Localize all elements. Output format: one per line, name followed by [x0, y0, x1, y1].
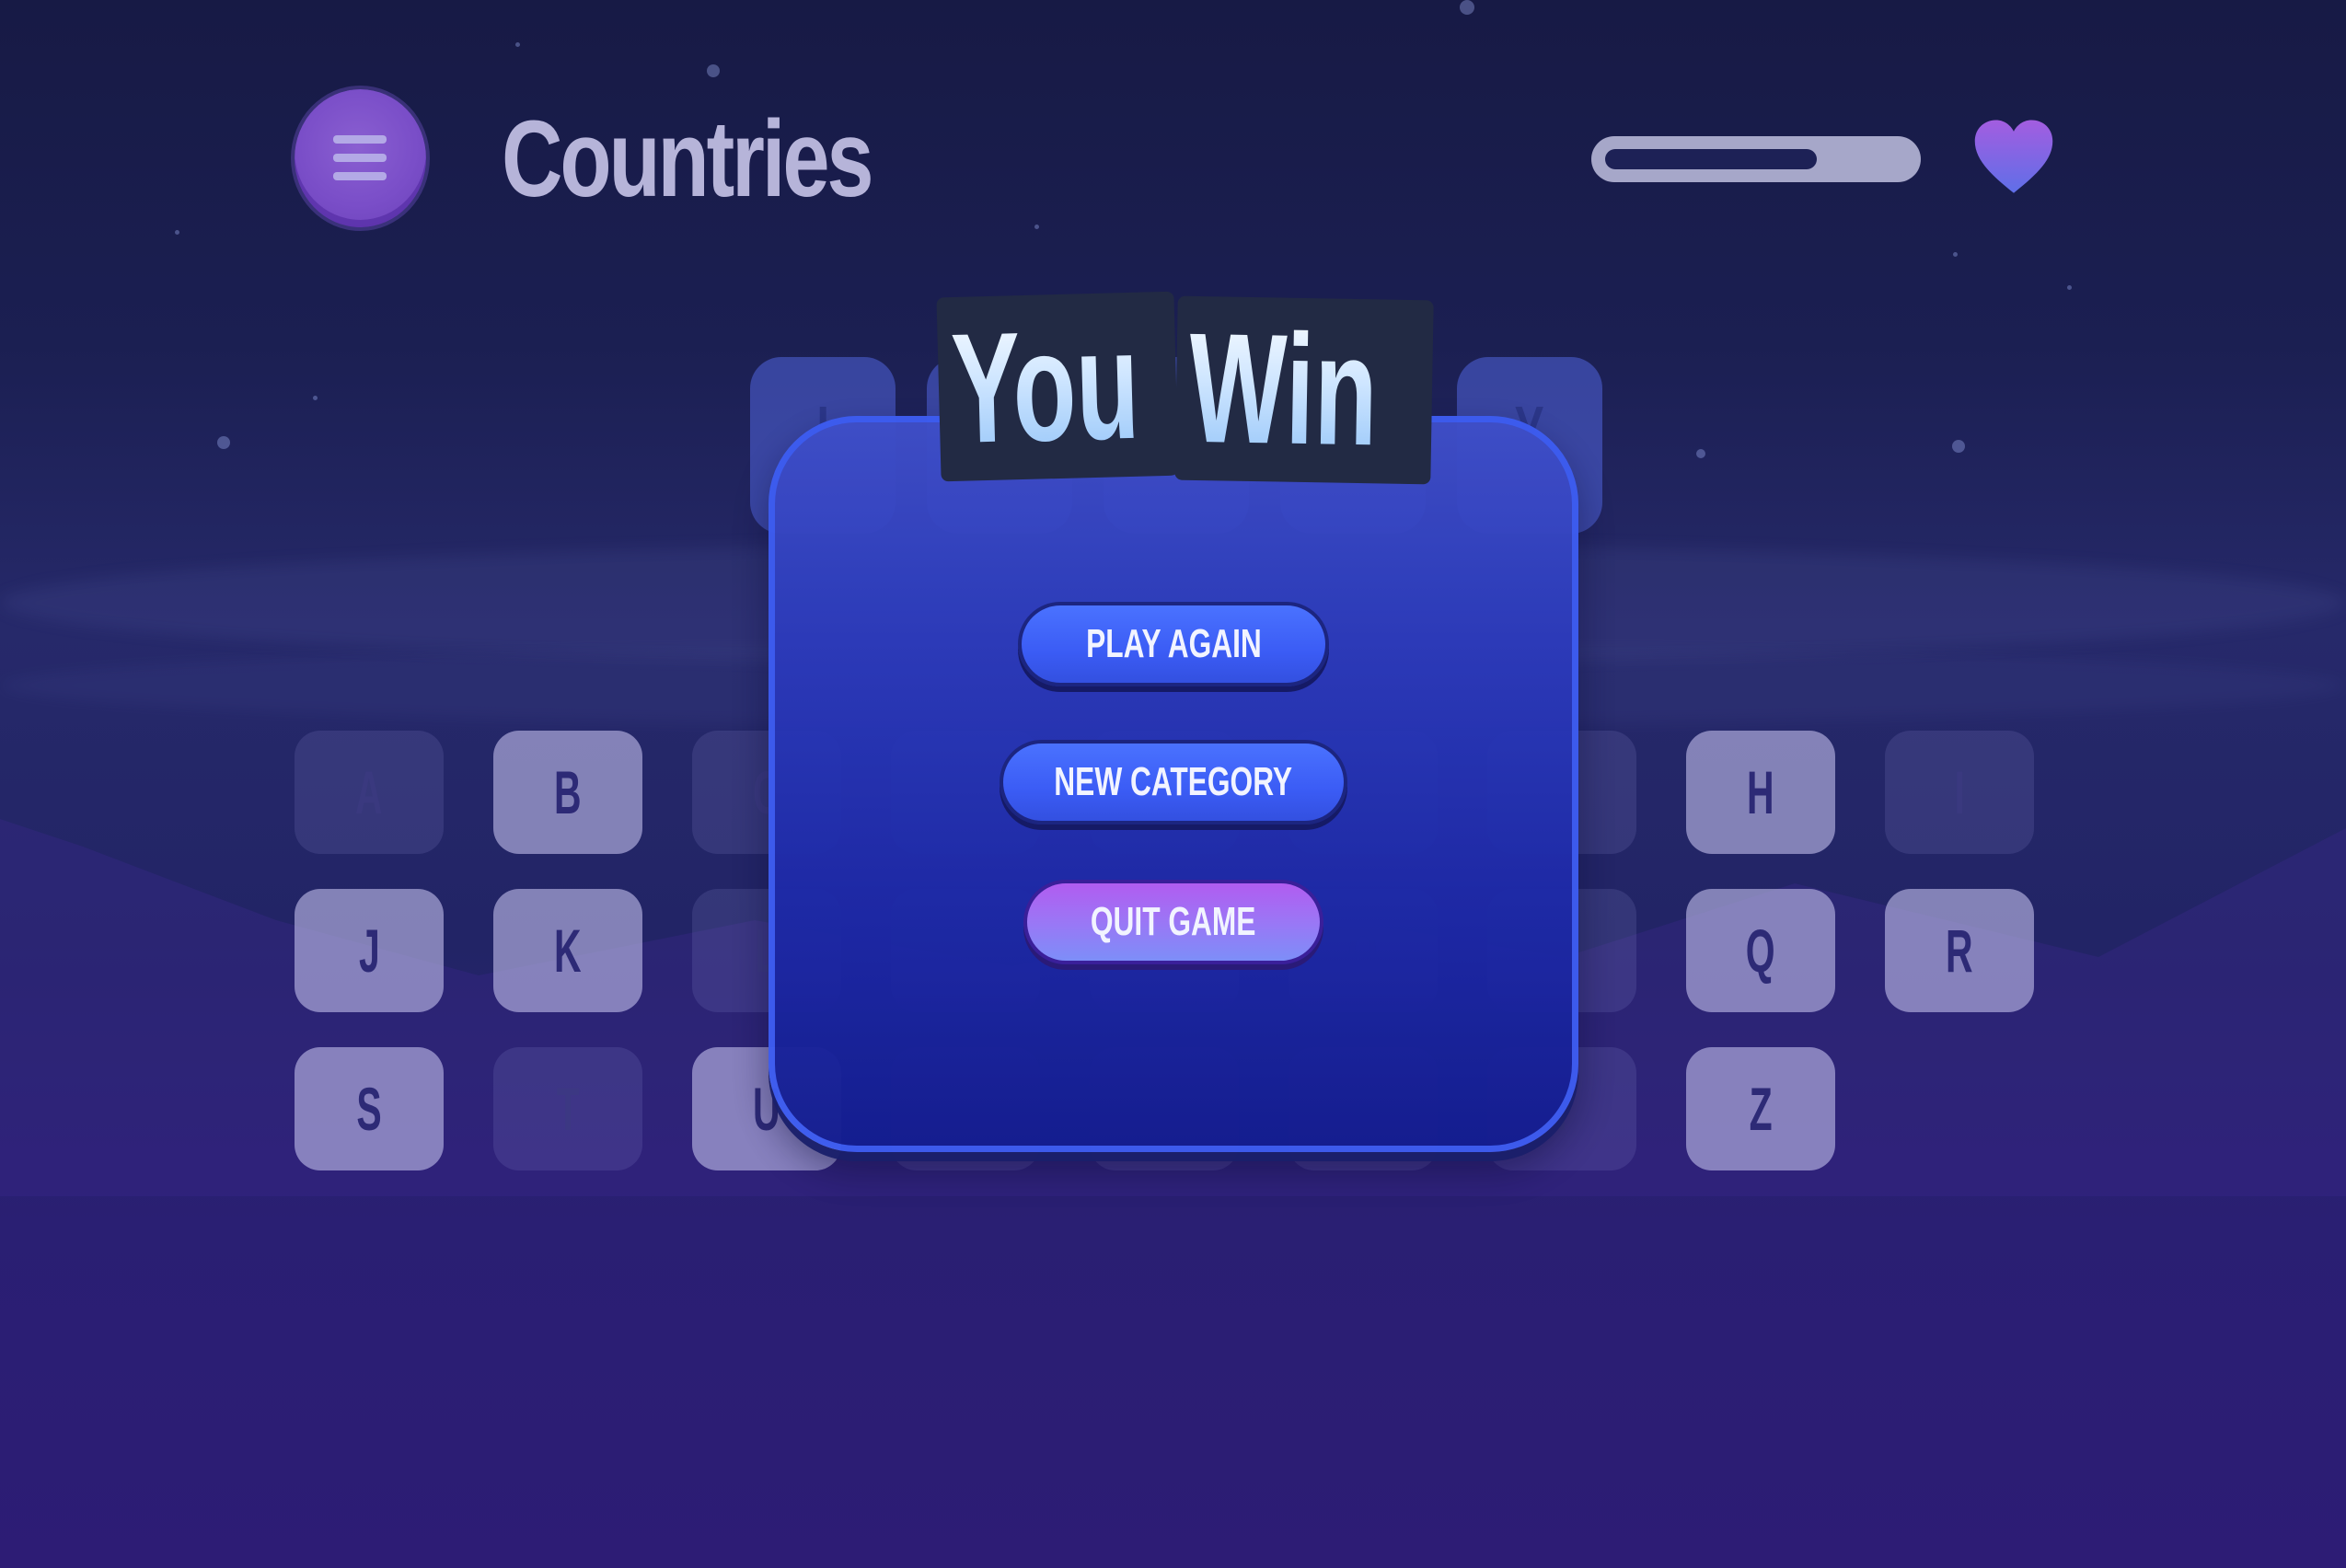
play-again-button[interactable]: PLAY AGAIN [1018, 602, 1329, 686]
key-a[interactable]: A [295, 731, 444, 854]
key-q[interactable]: Q [1686, 889, 1835, 1012]
key-k[interactable]: K [493, 889, 642, 1012]
key-label: A [355, 758, 383, 826]
key-label: J [358, 917, 380, 985]
key-label: Z [1749, 1075, 1773, 1143]
key-label: S [356, 1075, 382, 1143]
key-h[interactable]: H [1686, 731, 1835, 854]
key-label: H [1747, 758, 1774, 826]
win-title: You Win [930, 291, 1434, 497]
key-t[interactable]: T [493, 1047, 642, 1170]
win-title-word-1: You [936, 291, 1179, 482]
win-title-word-2: Win [1174, 295, 1434, 485]
key-b[interactable]: B [493, 731, 642, 854]
new-category-button[interactable]: NEW CATEGORY [1000, 740, 1347, 824]
key-label: K [554, 917, 582, 985]
key-j[interactable]: J [295, 889, 444, 1012]
key-label: B [554, 758, 582, 826]
key-s[interactable]: S [295, 1047, 444, 1170]
key-label: Q [1746, 917, 1775, 985]
key-label: T [556, 1075, 580, 1143]
key-z[interactable]: Z [1686, 1047, 1835, 1170]
key-label: R [1946, 917, 1973, 985]
key-i[interactable]: I [1885, 731, 2034, 854]
key-r[interactable]: R [1885, 889, 2034, 1012]
quit-game-button[interactable]: QUIT GAME [1023, 880, 1323, 964]
key-label: I [1954, 758, 1965, 826]
